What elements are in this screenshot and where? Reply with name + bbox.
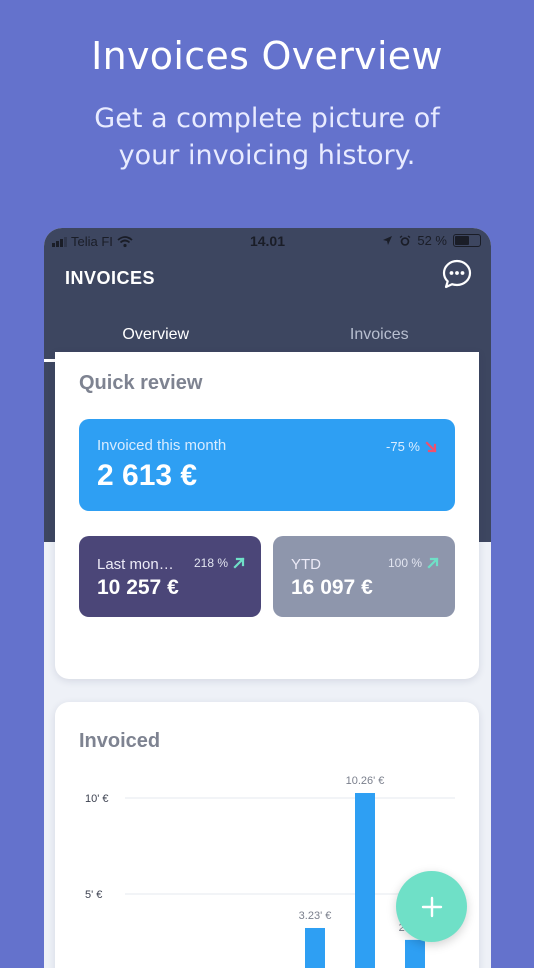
- y-tick-label: 10' €: [85, 793, 109, 805]
- alarm-icon: [399, 234, 411, 246]
- plus-icon: [421, 896, 442, 917]
- phone-screen: Telia FI 14.01 52 % INVOICES Overview In…: [44, 228, 491, 968]
- status-bar: Telia FI 14.01 52 %: [44, 228, 491, 254]
- add-invoice-button[interactable]: [396, 871, 467, 942]
- app-title: INVOICES: [65, 268, 156, 288]
- chart-bar[interactable]: [305, 927, 325, 968]
- promo-title: Invoices Overview: [91, 34, 443, 78]
- ytd-value: 16 097 €: [291, 576, 373, 599]
- chat-bubble-icon[interactable]: [441, 258, 473, 290]
- this-month-change-value: -75 %: [386, 439, 420, 454]
- ytd-change: 100 %: [388, 556, 439, 570]
- this-month-change: -75 %: [386, 439, 437, 454]
- this-month-value: 2 613 €: [97, 459, 198, 492]
- this-month-label: Invoiced this month: [97, 437, 227, 454]
- location-arrow-icon: [383, 236, 393, 245]
- y-tick-label: 5' €: [85, 889, 102, 901]
- quick-review-title: Quick review: [79, 372, 203, 394]
- invoiced-this-month-tile[interactable]: Invoiced this month 2 613 € -75 %: [79, 419, 455, 511]
- bar-value-label: 10.26' €: [346, 775, 385, 787]
- last-month-change-value: 218 %: [193, 556, 228, 570]
- ytd-tile[interactable]: YTD 16 097 € 100 %: [273, 536, 455, 617]
- last-month-change: 218 %: [194, 556, 245, 570]
- battery-percent: 52 %: [417, 233, 447, 248]
- trend-up-icon: [233, 557, 245, 569]
- bar-value-label: 3.23' €: [299, 910, 332, 922]
- ytd-label: YTD: [291, 556, 321, 573]
- last-month-tile[interactable]: Last mon… 10 257 € 218 %: [79, 536, 261, 617]
- last-month-value: 10 257 €: [97, 576, 179, 599]
- last-month-label: Last mon…: [97, 556, 174, 573]
- promo-subtitle: Get a complete picture of your invoicing…: [94, 103, 440, 171]
- chart-bar[interactable]: [355, 793, 375, 968]
- battery-icon: [453, 234, 481, 247]
- trend-up-icon: [427, 557, 439, 569]
- quick-review-card: Quick review Invoiced this month 2 613 €…: [55, 352, 479, 679]
- trend-down-icon: [425, 440, 437, 453]
- chart-bar[interactable]: [405, 939, 425, 968]
- ytd-change-value: 100 %: [387, 556, 422, 570]
